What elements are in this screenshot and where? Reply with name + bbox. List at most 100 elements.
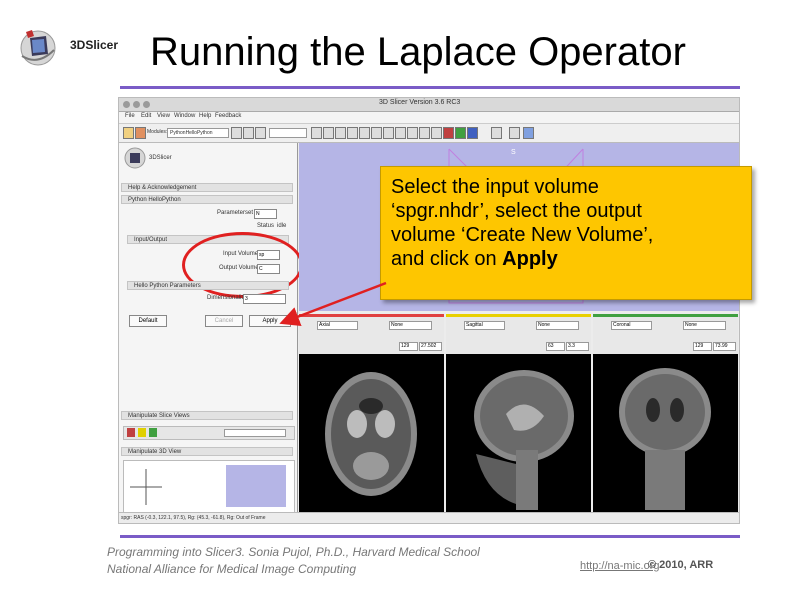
- place-fiducial-icon[interactable]: [509, 127, 520, 139]
- panel-slicer-logo-icon: [124, 147, 146, 169]
- footer-line-2: National Alliance for Medical Image Comp…: [107, 562, 357, 576]
- zoom-window-button[interactable]: [143, 101, 150, 108]
- panel-logo-text: 3DSlicer: [149, 155, 172, 161]
- default-button[interactable]: Default: [129, 315, 167, 327]
- callout-line-4: and click on Apply: [391, 247, 741, 271]
- section-help[interactable]: Help & Acknowledgement: [121, 183, 293, 192]
- parameter-set-select[interactable]: N: [254, 209, 277, 219]
- instruction-callout: Select the input volume ‘spgr.nhdr’, sel…: [380, 166, 752, 300]
- slicer-window: 3D Slicer Version 3.6 RC3 File Edit View…: [118, 97, 740, 524]
- footer-line-1: Programming into Slicer3. Sonia Pujol, P…: [107, 545, 480, 559]
- slice-view-icon-2[interactable]: [138, 428, 146, 437]
- toolbar-icon-9[interactable]: [407, 127, 418, 139]
- sagittal-slice-index[interactable]: 63: [546, 342, 565, 351]
- axial-orientation-select[interactable]: Axial: [317, 321, 358, 330]
- slice-layout-icon[interactable]: [455, 127, 466, 139]
- sagittal-slice-offset[interactable]: 3.3: [566, 342, 589, 351]
- layout-icon[interactable]: [443, 127, 454, 139]
- callout-line-2: ‘spgr.nhdr’, select the output: [391, 200, 642, 222]
- menu-feedback[interactable]: Feedback: [215, 113, 241, 119]
- sagittal-slice-view[interactable]: [446, 354, 591, 512]
- menu-help[interactable]: Help: [199, 113, 211, 119]
- toolbar-icon-3[interactable]: [335, 127, 346, 139]
- cancel-button[interactable]: Cancel: [205, 315, 243, 327]
- status-value: idle: [277, 223, 287, 229]
- minimize-window-button[interactable]: [133, 101, 140, 108]
- status-bar: spgr: RAS (-0.3, 122.1, 97.5), Rg: (45.3…: [119, 512, 739, 523]
- axial-slice-view[interactable]: [299, 354, 444, 512]
- coronal-slice-controller: Coronal None 129 73.99: [593, 314, 738, 354]
- menu-window[interactable]: Window: [174, 113, 195, 119]
- toolbar-icon-10[interactable]: [419, 127, 430, 139]
- menu-file[interactable]: File: [125, 113, 135, 119]
- slice-views-controls: [123, 426, 295, 440]
- section-slice-views[interactable]: Manipulate Slice Views: [121, 411, 293, 420]
- view-axes-icon[interactable]: [128, 465, 164, 509]
- coronal-color-bar: [593, 314, 738, 317]
- axial-slice-offset[interactable]: 27.502: [419, 342, 442, 351]
- footer-copyright: © 2010, ARR: [648, 559, 714, 571]
- toolbar-icon-8[interactable]: [395, 127, 406, 139]
- callout-line-3: volume ‘Create New Volume’,: [391, 224, 654, 246]
- window-titlebar: 3D Slicer Version 3.6 RC3: [119, 98, 739, 112]
- section-module[interactable]: Python HelloPython: [121, 195, 293, 204]
- slice-view-icon-3[interactable]: [149, 428, 157, 437]
- sagittal-orientation-select[interactable]: Sagittal: [464, 321, 505, 330]
- menu-view[interactable]: View: [157, 113, 170, 119]
- logo-text: 3DSlicer: [70, 38, 119, 52]
- sagittal-slice-controller: Sagittal None 63 3.3: [446, 314, 591, 354]
- toolbar-icon-7[interactable]: [383, 127, 394, 139]
- mouse-mode-icon[interactable]: [491, 127, 502, 139]
- footer-credits: Programming into Slicer3. Sonia Pujol, P…: [107, 544, 480, 578]
- coronal-slice-offset[interactable]: 73.99: [713, 342, 736, 351]
- callout-line-4-text: and click on: [391, 248, 503, 270]
- view3d-controls: [123, 460, 295, 514]
- callout-apply-word: Apply: [502, 248, 558, 270]
- close-window-button[interactable]: [123, 101, 130, 108]
- axial-slice-controller: Axial None 129 27.502: [299, 314, 444, 354]
- section-3d-view[interactable]: Manipulate 3D View: [121, 447, 293, 456]
- dimensionality-label: Dimensionality: [207, 295, 247, 301]
- refresh-icon[interactable]: [523, 127, 534, 139]
- coronal-slice-view[interactable]: [593, 354, 738, 512]
- axial-mri-image: [325, 372, 417, 496]
- parameter-set-label: Parameterset: [217, 210, 254, 216]
- module-forward-icon[interactable]: [243, 127, 254, 139]
- modules-label: Modules:: [147, 129, 168, 135]
- module-panel: 3DSlicer Help & Acknowledgement Python H…: [119, 143, 303, 514]
- axial-color-bar: [299, 314, 444, 317]
- module-search-input[interactable]: [269, 128, 307, 138]
- main-toolbar: Modules: PythonHelloPython: [119, 124, 739, 143]
- toolbar-icon-2[interactable]: [323, 127, 334, 139]
- view3d-navigator[interactable]: [226, 465, 286, 507]
- home-icon[interactable]: [123, 127, 134, 139]
- menu-bar: File Edit View Window Help Feedback: [119, 112, 739, 124]
- sagittal-mri-image: [474, 370, 574, 510]
- load-icon[interactable]: [135, 127, 146, 139]
- slice-view-icon-1[interactable]: [127, 428, 135, 437]
- view-layout-icon[interactable]: [467, 127, 478, 139]
- footer-divider: [120, 535, 740, 538]
- window-title: 3D Slicer Version 3.6 RC3: [379, 99, 461, 106]
- module-select[interactable]: PythonHelloPython: [167, 128, 229, 138]
- callout-line-1: Select the input volume: [391, 176, 599, 198]
- module-list-icon[interactable]: [255, 127, 266, 139]
- axial-slice-index[interactable]: 129: [399, 342, 418, 351]
- coronal-orientation-select[interactable]: Coronal: [611, 321, 652, 330]
- toolbar-icon-6[interactable]: [371, 127, 382, 139]
- sagittal-layer-select[interactable]: None: [536, 321, 579, 330]
- title-divider: [120, 86, 740, 89]
- toolbar-icon-5[interactable]: [359, 127, 370, 139]
- axial-layer-select[interactable]: None: [389, 321, 432, 330]
- module-back-icon[interactable]: [231, 127, 242, 139]
- slice-opacity-slider[interactable]: [224, 429, 286, 437]
- toolbar-icon-11[interactable]: [431, 127, 442, 139]
- coronal-layer-select[interactable]: None: [683, 321, 726, 330]
- coronal-slice-index[interactable]: 129: [693, 342, 712, 351]
- section-parameters[interactable]: Hello Python Parameters: [127, 281, 289, 290]
- toolbar-icon-4[interactable]: [347, 127, 358, 139]
- dimensionality-spinbox[interactable]: 3: [243, 294, 286, 304]
- menu-edit[interactable]: Edit: [141, 113, 151, 119]
- toolbar-icon-1[interactable]: [311, 127, 322, 139]
- apply-button[interactable]: Apply: [249, 315, 291, 327]
